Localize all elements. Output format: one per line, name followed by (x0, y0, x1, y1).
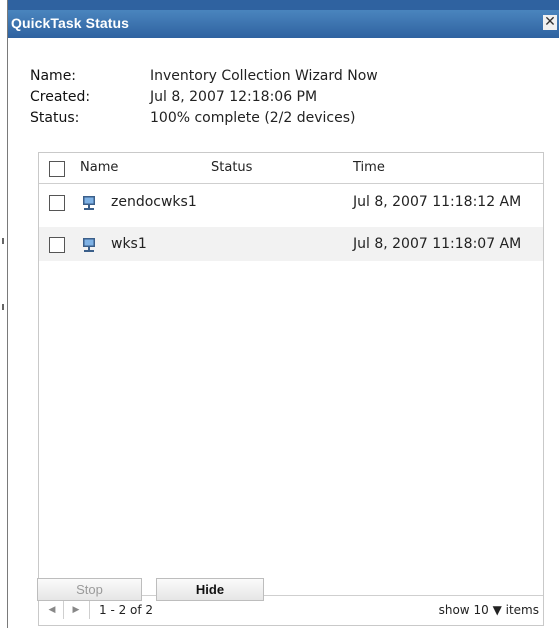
device-name[interactable]: zendocwks1 (111, 194, 197, 210)
close-icon[interactable]: ✕ (543, 15, 557, 30)
items-label: items (505, 603, 539, 617)
table-header: Name Status Time (39, 153, 543, 184)
page-size-select[interactable]: 10 ▼ (473, 603, 501, 617)
row-checkbox[interactable] (49, 195, 65, 211)
page-size-control: show 10 ▼ items (439, 603, 539, 617)
pager-divider (63, 601, 64, 619)
table-row[interactable]: wks1 Jul 8, 2007 11:18:07 AM (39, 227, 543, 261)
device-status-table: Name Status Time zendocwks1 Jul 8, 2007 … (38, 152, 544, 626)
name-label: Name: (30, 68, 77, 84)
status-label: Status: (30, 110, 80, 126)
created-label: Created: (30, 89, 91, 105)
created-value: Jul 8, 2007 12:18:06 PM (150, 89, 318, 105)
column-header-name[interactable]: Name (80, 160, 118, 175)
stop-button[interactable]: Stop (37, 578, 142, 601)
row-checkbox[interactable] (49, 237, 65, 253)
pager-range: 1 - 2 of 2 (99, 603, 154, 617)
name-value: Inventory Collection Wizard Now (150, 68, 378, 84)
show-label: show (438, 603, 470, 617)
dialog-title: QuickTask Status (11, 15, 130, 31)
dialog-top-strip (8, 0, 559, 10)
dialog-titlebar[interactable]: QuickTask Status ✕ (8, 10, 559, 38)
quicktask-status-dialog: QuickTask Status ✕ Name: Inventory Colle… (8, 0, 559, 628)
previous-page-icon[interactable]: ◀ (45, 603, 59, 617)
background-window-edge (0, 0, 8, 628)
chevron-down-icon: ▼ (492, 603, 502, 617)
device-time: Jul 8, 2007 11:18:07 AM (353, 236, 522, 252)
device-name[interactable]: wks1 (111, 236, 147, 252)
edge-mark (2, 238, 4, 244)
pager-divider (89, 601, 90, 619)
column-header-status[interactable]: Status (211, 160, 252, 175)
select-all-checkbox[interactable] (49, 161, 65, 177)
column-header-time[interactable]: Time (353, 160, 385, 175)
next-page-icon[interactable]: ▶ (69, 603, 83, 617)
table-row[interactable]: zendocwks1 Jul 8, 2007 11:18:12 AM (39, 185, 543, 219)
edge-mark (2, 304, 4, 310)
workstation-icon (83, 196, 95, 210)
status-value: 100% complete (2/2 devices) (150, 110, 356, 126)
device-time: Jul 8, 2007 11:18:12 AM (353, 194, 522, 210)
page-size-value: 10 (473, 603, 489, 617)
hide-button[interactable]: Hide (156, 578, 264, 601)
workstation-icon (83, 238, 95, 252)
